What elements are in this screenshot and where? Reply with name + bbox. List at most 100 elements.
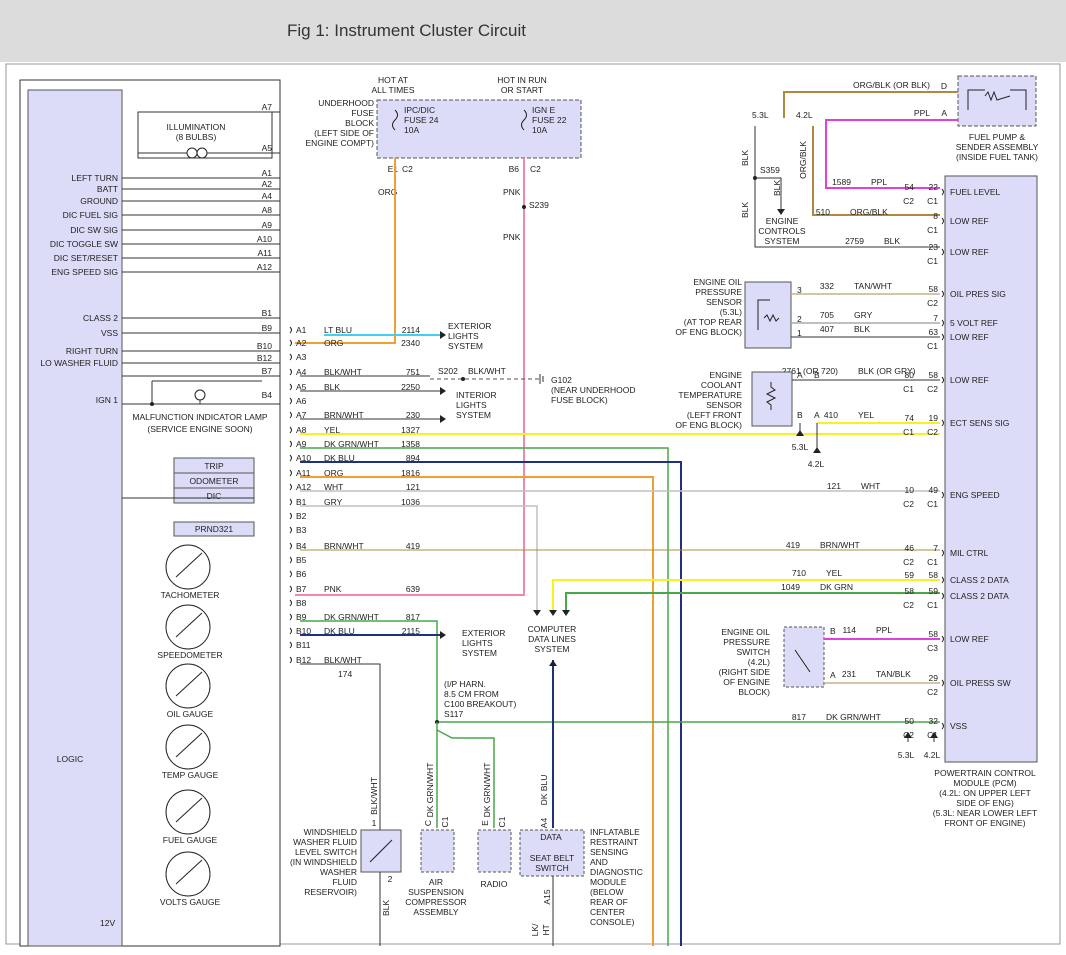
pcm-pin-a: 74 — [905, 413, 915, 423]
pnk-label: PNK — [503, 187, 521, 197]
oil-sensor-label: OF ENG BLOCK) — [675, 327, 742, 337]
fuse-1-label: FUSE 24 — [404, 115, 439, 125]
pcm-pin-label: LOW REF — [950, 375, 989, 385]
connector-mark — [941, 635, 944, 643]
pcm-color: DK GRN/WHT — [826, 712, 881, 722]
fuse-2-label: FUSE 22 — [532, 115, 567, 125]
pcm-pin-a: 10 — [905, 485, 915, 495]
sdm-label: (BELOW — [590, 887, 624, 897]
connector-mark — [941, 290, 944, 298]
pcm-circuit: 332 — [820, 281, 834, 291]
pcm-circuit: 121 — [827, 481, 841, 491]
sdm-label: RESTRAINT — [590, 837, 638, 847]
pcm-conn-a: C1 — [903, 427, 914, 437]
pin-d: D — [941, 81, 947, 91]
cluster-pin-label: DIC SW SIG — [70, 225, 118, 235]
oil-switch-label: ENGINE OIL — [721, 627, 770, 637]
pcm-pin-b: 7 — [933, 543, 938, 553]
pcm-color: TAN/BLK — [876, 669, 911, 679]
connector-mark — [941, 188, 944, 196]
connector-pin: B11 — [296, 640, 311, 650]
connector-pin: B5 — [296, 555, 307, 565]
radio-conn: C1 — [497, 816, 507, 827]
pcm-conn-b: C3 — [927, 643, 938, 653]
pcm-pin-label: 5 VOLT REF — [950, 318, 998, 328]
pcm-color: BLK — [884, 236, 900, 246]
ect-sensor-label: ENGINE — [709, 370, 742, 380]
pcm-circuit: 1589 — [832, 177, 851, 187]
cluster-pin-label: CLASS 2 — [83, 313, 118, 323]
prnd-label: PRND321 — [195, 524, 234, 534]
harness-note: (I/P HARN. — [444, 679, 486, 689]
cluster-pin-number: A2 — [262, 179, 273, 189]
air-compressor-box — [420, 829, 455, 873]
orgblk-510-wire — [812, 126, 940, 216]
gauge-label: VOLTS GAUGE — [160, 897, 221, 907]
radio-wire-label: DK GRN/WHT — [482, 763, 492, 818]
pcm-conn-b: C1 — [927, 499, 938, 509]
exterior-lights-label: EXTERIOR — [448, 321, 491, 331]
cluster-pin-label: LO WASHER FLUID — [40, 358, 118, 368]
ect-sensor-label: OF ENG BLOCK) — [675, 420, 742, 430]
figure-header: Fig 1: Instrument Cluster Circuit — [0, 0, 1066, 62]
air-pin: C — [423, 820, 433, 826]
g102-label: G102 — [551, 375, 572, 385]
fuse-1-label: IPC/DIC — [404, 105, 435, 115]
pcm-color: PPL — [876, 625, 892, 635]
l42-label: 4.2L — [796, 110, 813, 120]
sdm-label: DIAGNOSTIC — [590, 867, 643, 877]
blk-v-label: BLK — [740, 150, 750, 166]
arrow — [549, 610, 557, 616]
pcm-pin-b: 32 — [929, 716, 939, 726]
oil-sensor-label: SENSOR — [706, 297, 742, 307]
pcm-circuit: 705 — [820, 310, 834, 320]
ect-sensor-label: COOLANT — [701, 380, 742, 390]
connector-mark — [289, 426, 292, 434]
a15-pin: A15 — [542, 889, 552, 904]
fuse-block-label: BLOCK — [345, 118, 374, 128]
oil-sensor-label: ENGINE OIL — [693, 277, 742, 287]
blk2-label: BLK — [772, 180, 782, 196]
pcm-pin-label: VSS — [950, 721, 967, 731]
connector-mark — [289, 656, 292, 664]
org-2340-wire — [295, 158, 396, 344]
fuse-block-label: (LEFT SIDE OF — [314, 128, 374, 138]
interior-lights-label: SYSTEM — [456, 410, 491, 420]
connector-mark — [289, 454, 292, 462]
connector-mark — [289, 339, 292, 347]
pcm-conn-a: C2 — [903, 196, 914, 206]
pcm-conn-b: C1 — [927, 341, 938, 351]
sdm-label: MODULE — [590, 877, 627, 887]
connector-mark — [289, 641, 292, 649]
interior-lights-label: INTERIOR — [456, 390, 497, 400]
engine-controls-label: SYSTEM — [765, 236, 800, 246]
pcm-conn-b: C2 — [927, 384, 938, 394]
washer-pin2: 2 — [388, 874, 393, 884]
connector-mark — [289, 526, 292, 534]
arrow — [440, 331, 446, 339]
gauge-label: SPEEDOMETER — [157, 650, 222, 660]
s202-label: S202 — [438, 366, 458, 376]
pcm-pin-label: CLASS 2 DATA — [950, 575, 1009, 585]
connector-mark — [941, 419, 944, 427]
sdm-label: SENSING — [590, 847, 628, 857]
pcm-color: WHT — [861, 481, 880, 491]
gry-1036-wire — [300, 505, 538, 612]
s239-label: S239 — [529, 200, 549, 210]
cluster-pin-label: GROUND — [80, 196, 118, 206]
pcm-circuit: 1049 — [781, 582, 800, 592]
sdm-label: CENTER — [590, 907, 625, 917]
orgblk-label: ORG/BLK (OR BLK) — [853, 80, 930, 90]
exterior-lights-label: SYSTEM — [462, 648, 497, 658]
fuse-run-label: OR START — [501, 85, 543, 95]
air-label: AIR — [429, 877, 443, 887]
oil-sensor-label: PRESSURE — [695, 287, 742, 297]
circuit-number: 2114 — [402, 325, 421, 335]
connector-mark — [289, 585, 292, 593]
fuse-block-label: UNDERHOOD — [318, 98, 374, 108]
ect-sensor-label: TEMPERATURE — [678, 390, 742, 400]
cluster-pin-number: B4 — [262, 390, 273, 400]
cluster-pin-number: A11 — [258, 248, 273, 258]
washer-label: WINDSHIELD — [304, 827, 357, 837]
circuit-number: 2340 — [401, 338, 420, 348]
